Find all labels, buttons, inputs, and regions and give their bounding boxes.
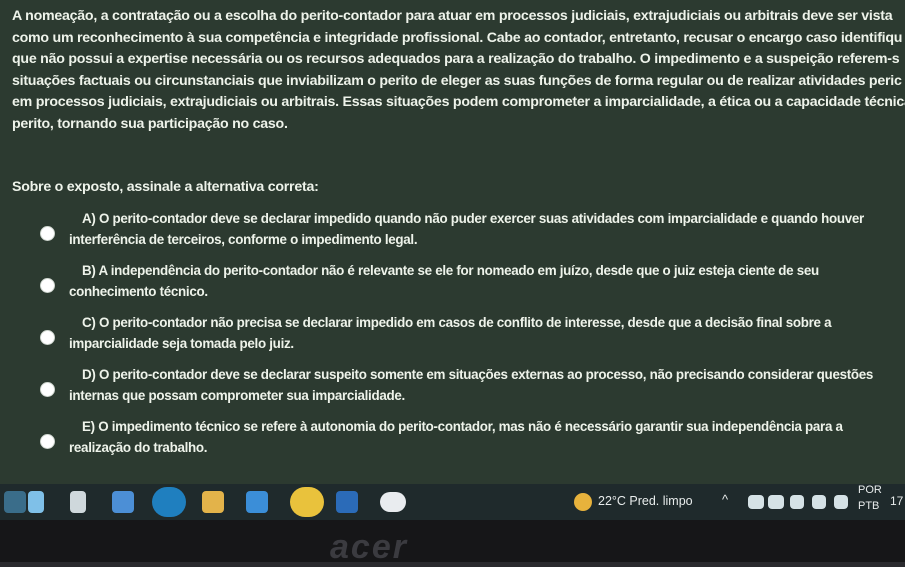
radio-button[interactable] (40, 330, 55, 345)
option-letter: B) (82, 263, 96, 278)
weather-text[interactable]: 22°C Pred. limpo (598, 494, 693, 508)
option-d[interactable]: D) O perito-contador deve se declarar su… (40, 364, 900, 410)
clock-partial[interactable]: 17 (890, 494, 903, 508)
option-e[interactable]: E) O impedimento técnico se refere à aut… (40, 416, 900, 462)
start-icon[interactable] (4, 491, 26, 513)
battery-icon[interactable] (768, 495, 784, 509)
option-text[interactable]: D) O perito-contador deve se declarar su… (69, 364, 874, 406)
statement-line: situações factuais ou circunstanciais qu… (12, 72, 902, 89)
option-line: O perito-contador deve se declarar imped… (98, 211, 864, 226)
edge-browser-icon[interactable] (152, 487, 186, 517)
option-a[interactable]: A) O perito-contador deve se declarar im… (40, 208, 900, 254)
option-line: conhecimento técnico. (69, 284, 208, 299)
option-text[interactable]: A) O perito-contador deve se declarar im… (69, 208, 864, 250)
option-b[interactable]: B) A independência do perito-contador nã… (40, 260, 900, 306)
mail-icon[interactable] (246, 491, 268, 513)
search-icon[interactable] (28, 491, 44, 513)
option-text[interactable]: C) O perito-contador não precisa se decl… (69, 312, 832, 354)
language-indicator-bottom[interactable]: PTB (858, 500, 879, 512)
option-letter: C) (82, 315, 96, 330)
browser-page: A nomeação, a contratação ou a escolha d… (0, 0, 905, 484)
brand-logo: acer (330, 528, 408, 566)
notification-area-icon[interactable] (748, 495, 764, 509)
volume-icon[interactable] (834, 495, 848, 509)
option-line: O perito-contador deve se declarar suspe… (98, 367, 874, 382)
statement-line: perito, tornando sua participação no cas… (12, 115, 288, 132)
language-indicator-top[interactable]: POR (858, 484, 882, 496)
option-line: internas que possam comprometer sua impa… (69, 388, 405, 403)
option-letter: A) (82, 211, 96, 226)
chrome-icon[interactable] (290, 487, 324, 517)
option-text[interactable]: B) A independência do perito-contador nã… (69, 260, 819, 302)
option-letter: E) (82, 419, 95, 434)
statement-line: A nomeação, a contratação ou a escolha d… (12, 8, 893, 24)
option-line: imparcialidade seja tomada pelo juiz. (69, 336, 294, 351)
option-line: O perito-contador não precisa se declara… (98, 315, 832, 330)
radio-button[interactable] (40, 434, 55, 449)
question-prompt: Sobre o exposto, assinale a alternativa … (12, 179, 319, 195)
option-line: interferência de terceiros, conforme o i… (69, 232, 418, 247)
monitor-bezel (0, 520, 905, 562)
option-letter: D) (82, 367, 96, 382)
statement-line: como um reconhecimento à sua competência… (12, 29, 903, 46)
option-c[interactable]: C) O perito-contador não precisa se decl… (40, 312, 900, 358)
statement-line: em processos judiciais, extrajudiciais o… (12, 94, 905, 110)
app-icon[interactable] (380, 492, 406, 512)
option-text[interactable]: E) O impedimento técnico se refere à aut… (69, 416, 843, 458)
statement-line: que não possui a expertise necessária ou… (12, 51, 900, 67)
chevron-up-icon[interactable]: ^ (722, 492, 728, 507)
wifi-icon[interactable] (812, 495, 826, 509)
windows-taskbar: 22°C Pred. limpo ^ POR PTB 17 (0, 484, 905, 520)
weather-icon[interactable] (574, 493, 592, 511)
radio-button[interactable] (40, 382, 55, 397)
radio-button[interactable] (40, 226, 55, 241)
question-statement: A nomeação, a contratação ou a escolha d… (12, 6, 905, 135)
word-icon[interactable] (336, 491, 358, 513)
option-line: A independência do perito-contador não é… (98, 263, 819, 278)
task-view-icon[interactable] (70, 491, 86, 513)
option-line: O impedimento técnico se refere à autono… (98, 419, 843, 434)
network-icon[interactable] (790, 495, 804, 509)
radio-button[interactable] (40, 278, 55, 293)
option-line: realização do trabalho. (69, 440, 208, 455)
file-explorer-icon[interactable] (202, 491, 224, 513)
widgets-icon[interactable] (112, 491, 134, 513)
